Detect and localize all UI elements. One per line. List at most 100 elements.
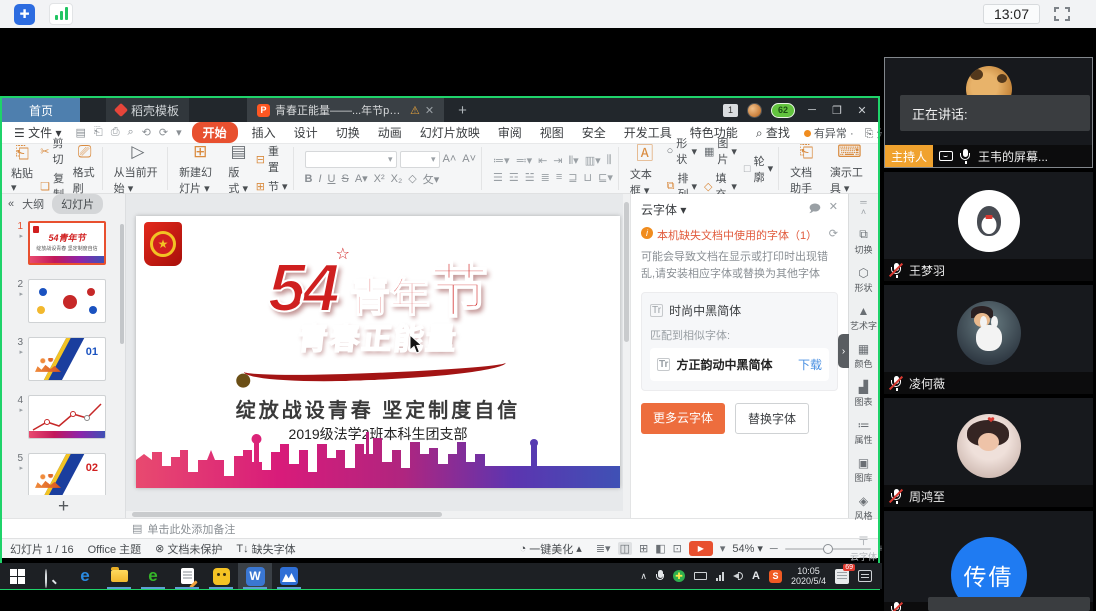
menu-slideshow[interactable]: 幻灯片放映 <box>416 123 484 142</box>
tray-expand-icon[interactable]: ∧ <box>640 571 647 582</box>
phonetic-guide-button[interactable]: 攵▾ <box>423 171 440 187</box>
mic-muted-icon[interactable] <box>890 376 903 391</box>
undo-icon[interactable]: ⟲ <box>142 126 151 139</box>
rail-shapes[interactable]: ⬡形状 <box>854 266 872 294</box>
italic-button[interactable]: I <box>318 173 321 185</box>
grow-font-icon[interactable]: A˄ <box>443 153 457 165</box>
output-icon[interactable]: ⎗ <box>94 126 103 139</box>
decrease-indent-icon[interactable]: ⇤ <box>538 154 547 168</box>
taskbar-edge[interactable]: e <box>68 563 102 589</box>
preview-icon[interactable]: ⌕ <box>128 126 134 139</box>
slide-thumbnail-3[interactable]: 01 <box>28 337 106 381</box>
tray-keyboard-icon[interactable] <box>694 572 707 580</box>
shape-button[interactable]: ○形状 ▾ <box>667 135 697 167</box>
columns-icon[interactable]: ▥▾ <box>585 154 601 168</box>
matched-font-row[interactable]: Tr 方正韵动中黑简体 下载 <box>650 348 829 381</box>
taskbar-browser[interactable]: e <box>136 563 170 589</box>
menu-security[interactable]: 安全 <box>578 123 610 142</box>
distribute-icon[interactable]: ≡ <box>556 171 562 184</box>
abnormal-status[interactable]: 有异常 · <box>804 125 854 141</box>
reset-button[interactable]: ⊟重置 <box>256 143 288 175</box>
close-pane-icon[interactable]: ✕ <box>829 200 838 219</box>
slide-canvas[interactable]: ★ 54☆青年节 青春正能量 绽放战设青春 坚定制度自信 2019级法学2班本科… <box>126 194 630 518</box>
rail-charts[interactable]: ▟图表 <box>854 380 872 408</box>
taskbar-explorer[interactable] <box>102 563 136 589</box>
superscript-button[interactable]: X² <box>374 173 385 185</box>
sogou-icon[interactable]: S <box>769 570 782 583</box>
menu-design[interactable]: 设计 <box>290 123 322 142</box>
slide-thumbnail-4[interactable] <box>28 395 106 439</box>
download-link[interactable]: 下载 <box>798 356 822 373</box>
canvas-horizontal-scrollbar[interactable] <box>126 511 630 518</box>
tab-close-icon[interactable]: ✕ <box>425 104 434 117</box>
subscript-button[interactable]: X₂ <box>391 173 403 185</box>
customize-icon[interactable]: ▾ <box>176 126 182 139</box>
font-family-select[interactable]: ▾ <box>305 151 397 168</box>
taskbar-messenger[interactable] <box>204 563 238 589</box>
tray-notes-icon[interactable]: 69 <box>835 569 849 584</box>
text-direction-icon[interactable]: ⫼ <box>607 154 612 168</box>
find-button[interactable]: ⌕ 查找 <box>752 123 794 142</box>
start-button[interactable] <box>0 563 34 589</box>
align-right-icon[interactable]: ☱ <box>525 171 535 184</box>
redo-icon[interactable]: ⟳ <box>159 126 168 139</box>
format-painter-button[interactable]: ⎚格式刷 <box>73 142 97 196</box>
missing-font-status[interactable]: T↓ 缺失字体 <box>236 541 295 557</box>
collapse-panel-icon[interactable]: « <box>8 198 14 210</box>
participant-tile[interactable]: 凌何薇 <box>884 285 1093 394</box>
play-from-current-button[interactable]: ▷从当前开始 ▾ <box>114 142 162 196</box>
rail-wordart[interactable]: ▲艺术字 <box>850 304 877 332</box>
tab-document[interactable]: P 青春正能量——...年节ppt模板 ⚠ ✕ <box>247 98 444 122</box>
align-left-icon[interactable]: ☰ <box>493 171 503 184</box>
slide-thumbnail-2[interactable] <box>28 279 106 323</box>
taskbar-clock[interactable]: 10:052020/5/4 <box>791 566 826 587</box>
strikethrough-button[interactable]: S <box>341 173 348 185</box>
taskbar-editor[interactable] <box>170 563 204 589</box>
tray-mic-icon[interactable] <box>656 570 664 582</box>
new-slide-button[interactable]: ⊞新建幻灯片 ▾ <box>179 142 221 196</box>
tab-home[interactable]: 首页 <box>2 98 80 122</box>
view-menu-icon[interactable]: ≣▾ <box>596 542 611 555</box>
menu-animation[interactable]: 动画 <box>374 123 406 142</box>
outline-button[interactable]: □轮廓 ▾ <box>744 153 773 185</box>
pane-title[interactable]: 云字体 ▾ <box>641 201 686 218</box>
line-spacing-icon[interactable]: ⫴▾ <box>569 154 579 168</box>
section-button[interactable]: ⊞节 ▾ <box>256 178 288 194</box>
mic-muted-icon[interactable] <box>890 489 903 504</box>
present-tools-button[interactable]: ⌨演示工具 ▾ <box>830 142 869 196</box>
menu-transition[interactable]: 切换 <box>332 123 364 142</box>
menu-review[interactable]: 审阅 <box>494 123 526 142</box>
security-shield-icon[interactable]: ✚ <box>14 4 35 25</box>
slide-thumbnail-5[interactable]: 02 <box>28 453 106 496</box>
slide-sorter-icon[interactable]: ⊞ <box>639 542 648 555</box>
canvas-vertical-scrollbar[interactable] <box>623 194 630 518</box>
doc-assistant-button[interactable]: ⎗文档助手 <box>790 142 823 196</box>
bold-button[interactable]: B <box>305 173 313 185</box>
slide-1[interactable]: ★ 54☆青年节 青春正能量 绽放战设青春 坚定制度自信 2019级法学2班本科… <box>136 216 620 488</box>
textbox-button[interactable]: 🄰文本框 ▾ <box>630 139 660 198</box>
align-center-icon[interactable]: ☲ <box>509 171 519 184</box>
bullets-icon[interactable]: ≔▾ <box>493 154 510 168</box>
rail-grip-icon[interactable]: ═ <box>860 198 866 207</box>
member-badge[interactable]: 62 <box>771 103 795 118</box>
add-slide-button[interactable]: + <box>2 495 125 518</box>
play-options-icon[interactable]: ▾ <box>720 542 726 555</box>
mic-muted-icon[interactable] <box>890 602 903 611</box>
participant-tile[interactable]: 传倩 <box>884 511 1093 611</box>
rail-style[interactable]: ◈风格 <box>854 494 872 522</box>
tray-green-plus-icon[interactable]: ✚ <box>673 570 685 582</box>
font-color-button[interactable]: A▾ <box>355 172 368 185</box>
slide-thumbnail-1[interactable]: 54青年节 绽放战设青春 坚定制度自信 <box>28 221 106 265</box>
menu-insert[interactable]: 插入 <box>248 123 280 142</box>
network-icon[interactable] <box>716 572 724 581</box>
expand-pane-handle[interactable]: › <box>838 334 849 368</box>
ime-indicator[interactable]: A <box>752 570 760 582</box>
align-bottom-icon[interactable]: ⊑▾ <box>598 171 613 184</box>
zoom-out-icon[interactable]: ─ <box>770 543 778 555</box>
rail-colors[interactable]: ▦颜色 <box>854 342 872 370</box>
rail-gallery[interactable]: ▣图库 <box>854 456 872 484</box>
mic-muted-icon[interactable] <box>890 263 903 278</box>
close-button[interactable]: ✕ <box>854 104 870 117</box>
restore-button[interactable]: ❐ <box>829 104 845 117</box>
beautify-button[interactable]: ◔ 一键美化 ▴ <box>520 541 582 557</box>
